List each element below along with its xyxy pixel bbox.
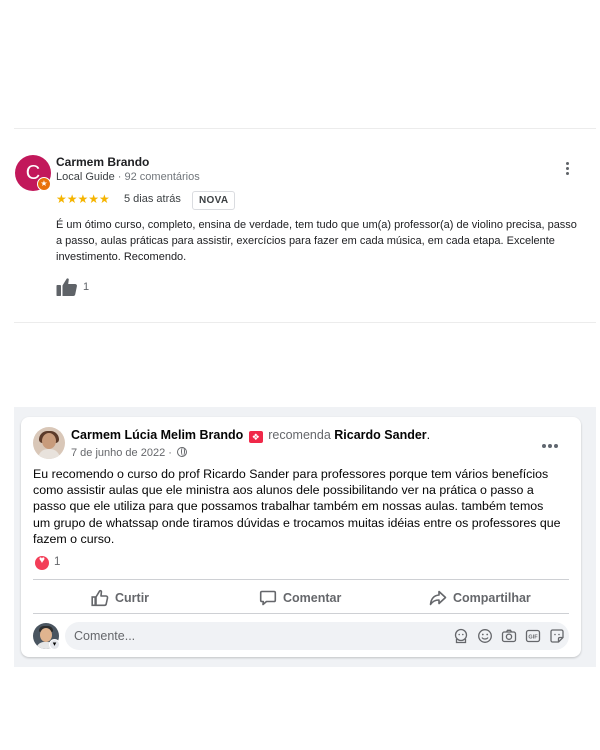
local-guide-star-icon: ★ [37,177,51,191]
divider [33,579,569,580]
comment-label: Comentar [283,591,342,605]
thumbs-up-outline-icon [91,589,109,607]
comment-input[interactable] [65,622,445,650]
recommended-page[interactable]: Ricardo Sander [334,428,426,442]
divider [14,128,596,129]
svg-text:GIF: GIF [528,635,538,641]
chevron-down-icon[interactable]: ▾ [49,639,60,650]
like-label: Curtir [115,591,150,605]
divider [33,613,569,614]
gif-icon[interactable]: GIF [525,628,541,644]
post-body: Eu recomendo o curso do prof Ricardo San… [33,467,561,546]
comment-bubble-icon [259,590,277,606]
thumbs-up-icon[interactable] [56,277,78,297]
header-period: . [426,428,431,442]
more-vert-icon[interactable] [560,160,574,180]
post-date[interactable]: 7 de junho de 2022 · [71,447,187,459]
reviewer-meta: Local Guide · 92 comentários [56,171,200,183]
like-button[interactable]: Curtir [91,587,149,609]
globe-icon [177,447,187,457]
post-author-avatar[interactable] [33,427,65,459]
reaction-count[interactable]: 1 [54,556,60,568]
likes-count: 1 [83,281,90,293]
date-separator: · [168,447,172,459]
reviewer-role: Local Guide [56,171,115,183]
reviewer-name[interactable]: Carmem Brando [56,155,149,169]
share-arrow-icon [429,590,447,606]
review-text: É um ótimo curso, completo, ensina de ve… [56,219,577,263]
share-label: Compartilhar [453,591,531,605]
star-rating: ★★★★★ [56,192,110,206]
recommend-icon: ❖ [248,431,263,443]
review-time: 5 dias atrás [124,193,181,205]
avatar-sticker-icon[interactable] [453,628,469,644]
divider [14,322,596,323]
new-badge: NOVA [192,191,236,210]
share-button[interactable]: Compartilhar [429,587,531,609]
post-author-name[interactable]: Carmem Lúcia Melim Brando [71,428,243,442]
love-reaction-icon[interactable] [35,555,49,570]
more-horiz-icon[interactable] [542,435,562,448]
facebook-post: Carmem Lúcia Melim Brando ❖ recomenda Ri… [21,417,581,657]
post-verb: recomenda [268,428,331,442]
reviews-count: 92 comentários [124,171,200,183]
meta-separator: · [117,171,122,183]
comment-button[interactable]: Comentar [259,587,341,609]
post-header: Carmem Lúcia Melim Brando ❖ recomenda Ri… [71,428,430,443]
comment-composer: GIF [65,622,569,650]
post-date-text: 7 de junho de 2022 [71,447,166,459]
camera-icon[interactable] [501,628,517,644]
comment-tools: GIF [453,628,565,644]
emoji-icon[interactable] [477,628,493,644]
sticker-icon[interactable] [549,628,565,644]
